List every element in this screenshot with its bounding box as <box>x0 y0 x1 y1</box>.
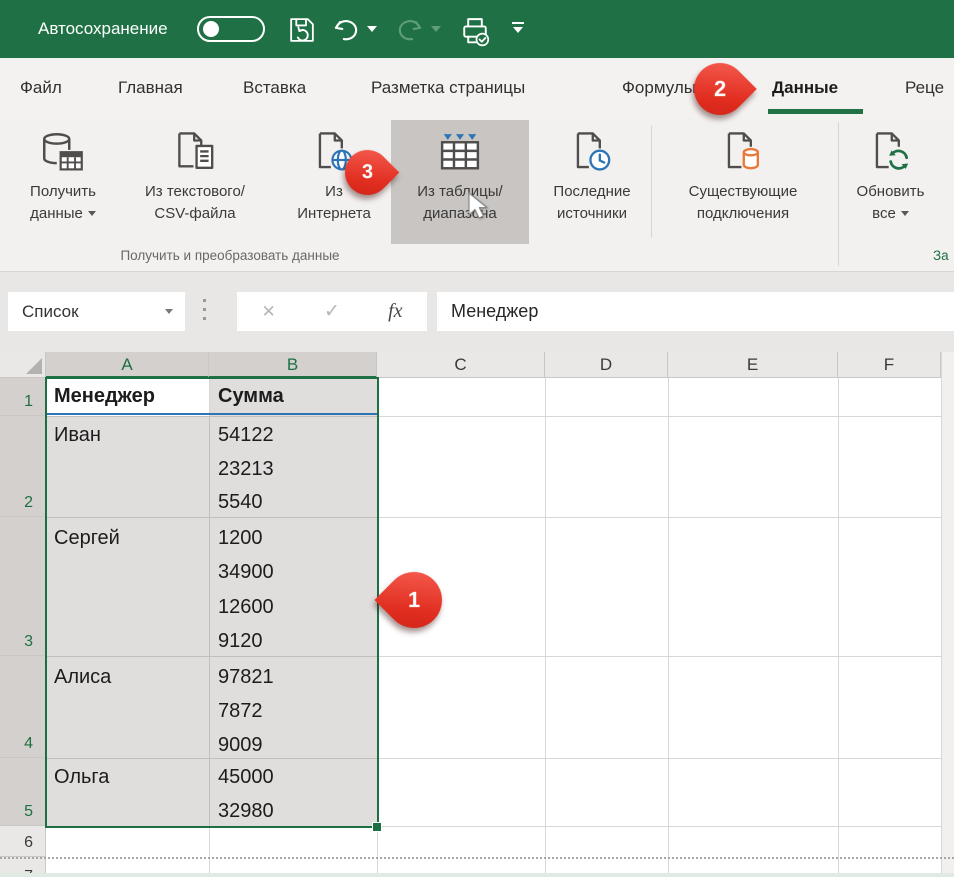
group-label-get-transform: Получить и преобразовать данные <box>30 248 430 263</box>
formula-bar-resize-handle[interactable] <box>203 299 207 326</box>
titlebar: Автосохранение <box>0 0 954 58</box>
callout-number: 3 <box>362 161 373 184</box>
sheet-top-gap <box>0 345 954 352</box>
select-all-triangle-icon <box>26 358 42 374</box>
from-text-csv-icon <box>170 120 220 178</box>
tab-file[interactable]: Файл <box>20 58 62 118</box>
selection-border <box>45 377 379 828</box>
tab-formulas[interactable]: Формулы <box>622 58 696 118</box>
autosave-toggle[interactable] <box>197 16 265 42</box>
row-header-6[interactable]: 6 <box>0 826 46 857</box>
gridline <box>545 378 546 877</box>
get-data-icon <box>38 120 88 178</box>
button-label: Существующие подключения <box>689 181 798 225</box>
from-table-range-icon <box>434 120 486 178</box>
redo-dropdown-caret-icon <box>431 26 441 32</box>
column-header-a[interactable]: A <box>46 352 209 378</box>
row-header-1[interactable]: 1 <box>0 378 46 416</box>
worksheet: A B C D E F 1 2 3 4 5 6 7 Менеджер Сумма <box>0 345 954 877</box>
toggle-knob <box>203 21 219 37</box>
column-header-e[interactable]: E <box>668 352 838 378</box>
tab-home[interactable]: Главная <box>118 58 183 118</box>
gridline <box>668 378 669 877</box>
formula-value: Менеджер <box>451 301 538 321</box>
ribbon-group-divider <box>838 122 839 266</box>
dropdown-caret-icon <box>901 211 909 216</box>
ribbon-tab-bar: Файл Главная Вставка Разметка страницы Ф… <box>0 58 954 118</box>
button-label: Получить данные <box>30 181 96 225</box>
row-header-3[interactable]: 3 <box>0 517 46 656</box>
tab-insert[interactable]: Вставка <box>243 58 306 118</box>
button-label: Последние источники <box>553 181 630 225</box>
recent-sources-button[interactable]: Последние источники <box>532 120 652 244</box>
callout-number: 2 <box>714 76 726 102</box>
formula-bar-row: Список Менеджер <box>0 272 954 352</box>
formula-buttons <box>237 292 427 331</box>
redo-icon <box>394 14 426 46</box>
callout-number: 1 <box>408 587 420 613</box>
recent-sources-icon <box>567 120 617 178</box>
button-label: Обновить все <box>857 181 925 225</box>
active-tab-underline <box>768 109 863 114</box>
page-break-line <box>0 857 954 859</box>
dropdown-caret-icon <box>88 211 96 216</box>
excel-window: Автосохранение <box>0 0 954 877</box>
autosave-label: Автосохранение <box>38 0 168 58</box>
name-box-value: Список <box>22 302 79 321</box>
column-header-f[interactable]: F <box>838 352 941 378</box>
enter-icon[interactable] <box>300 300 363 323</box>
undo-icon[interactable] <box>330 14 362 46</box>
quick-print-icon[interactable] <box>458 14 492 48</box>
tab-page-layout[interactable]: Разметка страницы <box>371 58 525 118</box>
insert-function-icon[interactable] <box>364 300 427 323</box>
ribbon-divider <box>651 126 652 238</box>
get-data-button[interactable]: Получить данные <box>8 120 118 244</box>
fill-handle[interactable] <box>372 822 382 832</box>
select-all-button[interactable] <box>0 352 46 378</box>
undo-dropdown-caret-icon[interactable] <box>367 26 377 32</box>
name-box-caret-icon[interactable] <box>165 309 173 314</box>
name-box[interactable]: Список <box>8 292 185 331</box>
cancel-icon[interactable] <box>237 302 300 322</box>
row-header-2[interactable]: 2 <box>0 416 46 517</box>
tab-review[interactable]: Реце <box>905 58 944 118</box>
row-header-5[interactable]: 5 <box>0 758 46 826</box>
formula-input[interactable]: Менеджер <box>437 292 954 331</box>
from-table-range-button[interactable]: Из таблицы/ диапазона <box>391 120 529 244</box>
window-bottom-edge <box>0 873 954 877</box>
from-text-csv-button[interactable]: Из текстового/ CSV-файла <box>120 120 270 244</box>
column-header-d[interactable]: D <box>545 352 668 378</box>
column-header-b[interactable]: B <box>209 352 377 378</box>
customize-toolbar-icon[interactable] <box>512 22 524 33</box>
row-header-4[interactable]: 4 <box>0 656 46 758</box>
column-header-c[interactable]: C <box>377 352 545 378</box>
vertical-scrollbar[interactable] <box>941 352 954 877</box>
gridline <box>838 378 839 877</box>
refresh-all-button[interactable]: Обновить все <box>843 120 938 244</box>
refresh-all-icon <box>866 120 916 178</box>
group-label-clipped: За <box>933 248 949 263</box>
mouse-cursor-icon <box>466 192 490 222</box>
existing-connections-button[interactable]: Существующие подключения <box>654 120 832 244</box>
existing-connections-icon <box>718 120 768 178</box>
save-icon[interactable] <box>286 14 318 46</box>
button-label: Из текстового/ CSV-файла <box>145 181 245 225</box>
